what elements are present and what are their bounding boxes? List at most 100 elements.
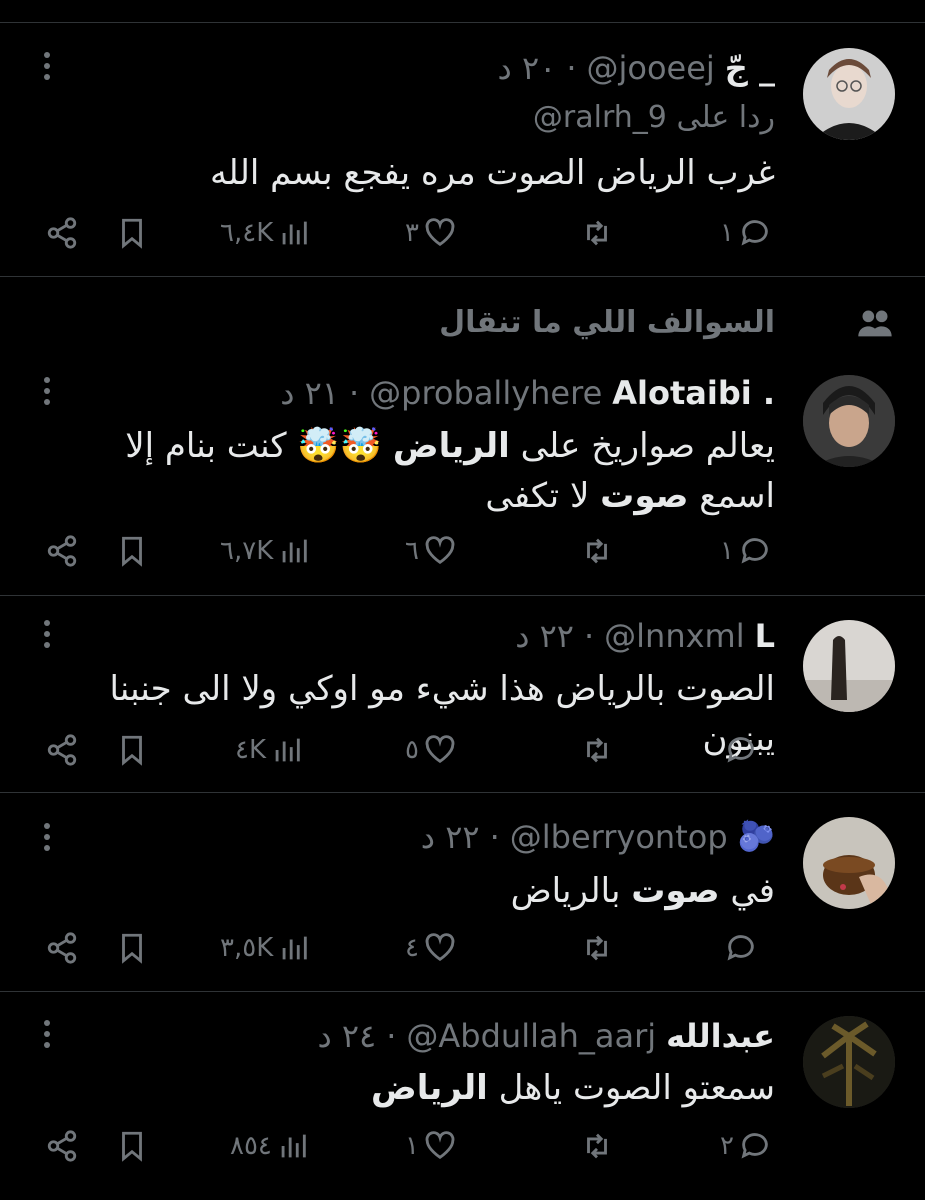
retweet-button[interactable] (580, 526, 614, 576)
share-icon (47, 535, 77, 567)
reply-icon (741, 538, 768, 564)
bookmark-icon (122, 933, 142, 964)
separator-dot: · (583, 617, 595, 655)
separator-dot: · (566, 49, 577, 87)
reply-icon (727, 737, 754, 763)
views-icon (282, 936, 308, 960)
timestamp[interactable]: ٢٠ د (498, 48, 557, 88)
like-button[interactable]: ٤ (405, 923, 457, 973)
separator-dot: · (489, 818, 500, 856)
views-count: ٣,٥K (220, 933, 274, 963)
avatar[interactable] (803, 817, 895, 909)
user-handle[interactable]: @lberryontop (510, 817, 728, 857)
share-button[interactable] (45, 1121, 79, 1171)
retweet-button[interactable] (580, 208, 614, 258)
like-count: ٤ (405, 933, 419, 963)
share-button[interactable] (45, 725, 79, 775)
text-part: يعالم صواريخ على (509, 426, 775, 466)
reply-button[interactable] (720, 923, 758, 973)
text-part: سمعتو الصوت ياهل (487, 1068, 775, 1108)
reply-button[interactable]: ١ (720, 526, 772, 576)
timestamp[interactable]: ٢٢ د (515, 616, 574, 656)
views-button[interactable]: ٤K (235, 725, 304, 775)
timestamp[interactable]: ٢٤ د (317, 1016, 376, 1056)
text-highlight: الرياض (392, 426, 510, 466)
community-context[interactable]: السوالف اللي ما تنقال (439, 305, 775, 340)
tweet-header: Alotaibi . @proballyhere · ٢١ د (280, 373, 775, 413)
avatar[interactable] (803, 1016, 895, 1108)
like-count: ١ (405, 1131, 419, 1161)
reply-button[interactable] (720, 725, 758, 775)
more-options-icon[interactable] (44, 377, 52, 405)
bookmark-button[interactable] (115, 1121, 149, 1171)
more-options-icon[interactable] (44, 1020, 52, 1048)
user-handle[interactable]: @Abdullah_aarj (406, 1016, 656, 1056)
bookmark-button[interactable] (115, 725, 149, 775)
bookmark-icon (122, 1131, 142, 1162)
user-handle[interactable]: @lnnxml (604, 616, 744, 656)
more-options-icon[interactable] (44, 823, 52, 851)
like-button[interactable]: ٥ (405, 725, 457, 775)
timestamp[interactable]: ٢١ د (280, 373, 339, 413)
tweet-text: في صوت بالرياض (40, 866, 775, 916)
like-count: ٣ (405, 218, 419, 248)
tweet[interactable]: جّ _ @jooeej · ٢٠ د ردا على @ralrh_9 غرب… (0, 0, 925, 276)
views-button[interactable]: ٦,٧K (220, 526, 311, 576)
tweet[interactable]: 🫐 @lberryontop · ٢٢ د في صوت بالرياض ٤ ٣… (0, 793, 925, 991)
action-bar: ٢ ١ ٨٥٤ (40, 1121, 785, 1171)
tweet[interactable]: عبدالله @Abdullah_aarj · ٢٤ د سمعتو الصو… (0, 992, 925, 1200)
bookmark-button[interactable] (115, 208, 149, 258)
reply-prefix: ردا على (676, 100, 775, 135)
tweet-text: سمعتو الصوت ياهل الرياض (40, 1063, 775, 1113)
share-button[interactable] (45, 923, 79, 973)
display-name[interactable]: 🫐 (738, 817, 775, 857)
retweet-icon (587, 935, 607, 961)
like-icon (425, 536, 455, 565)
share-button[interactable] (45, 208, 79, 258)
display-name[interactable]: عبدالله (666, 1016, 775, 1056)
reply-icon (741, 1133, 768, 1159)
avatar[interactable] (803, 620, 895, 712)
views-button[interactable]: ٦,٤K (220, 208, 311, 258)
tweet[interactable]: السوالف اللي ما تنقال Alotaibi . @probal… (0, 277, 925, 595)
reply-button[interactable]: ١ (720, 208, 772, 258)
retweet-icon (587, 538, 607, 564)
retweet-button[interactable] (580, 725, 614, 775)
like-button[interactable]: ٦ (405, 526, 457, 576)
views-icon (281, 1134, 306, 1158)
like-icon (425, 735, 455, 764)
share-button[interactable] (45, 526, 79, 576)
reply-handle[interactable]: @ralrh_9 (533, 100, 667, 135)
reply-button[interactable]: ٢ (720, 1121, 772, 1171)
community-icon (858, 310, 892, 337)
user-handle[interactable]: @jooeej (586, 48, 714, 88)
share-icon (47, 734, 77, 766)
views-button[interactable]: ٣,٥K (220, 923, 311, 973)
tweet-header: L @lnnxml · ٢٢ د (515, 616, 775, 656)
reply-count: ١ (720, 218, 734, 248)
timestamp[interactable]: ٢٢ د (421, 817, 480, 857)
display-name[interactable]: L (755, 616, 775, 656)
separator-dot: · (386, 1017, 397, 1055)
bookmark-icon (122, 735, 142, 766)
tweet[interactable]: L @lnnxml · ٢٢ د الصوت بالرياض هذا شيء م… (0, 596, 925, 792)
display-name[interactable]: Alotaibi . (612, 373, 775, 413)
avatar[interactable] (803, 48, 895, 140)
bookmark-button[interactable] (115, 526, 149, 576)
like-button[interactable]: ٣ (405, 208, 457, 258)
action-bar: ٥ ٤K (40, 725, 785, 775)
reply-count: ٢ (720, 1131, 734, 1161)
retweet-button[interactable] (580, 923, 614, 973)
views-count: ٦,٧K (220, 536, 274, 566)
more-options-icon[interactable] (44, 620, 52, 648)
avatar[interactable] (803, 375, 895, 467)
like-button[interactable]: ١ (405, 1121, 457, 1171)
separator-dot: · (348, 374, 360, 412)
display-name[interactable]: جّ _ (725, 48, 775, 88)
bookmark-button[interactable] (115, 923, 149, 973)
more-options-icon[interactable] (44, 52, 52, 80)
text-highlight: صوت (600, 476, 689, 516)
retweet-button[interactable] (580, 1121, 614, 1171)
views-button[interactable]: ٨٥٤ (230, 1121, 310, 1171)
user-handle[interactable]: @proballyhere (369, 373, 602, 413)
